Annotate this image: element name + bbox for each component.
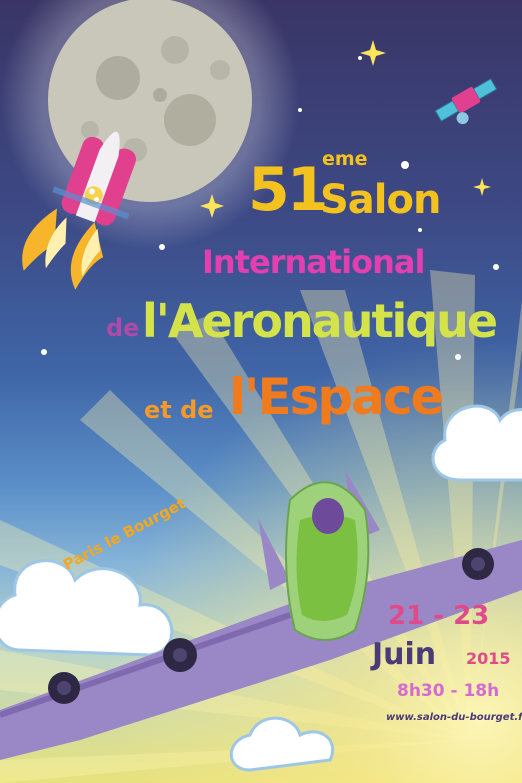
event-year: 2015: [466, 649, 511, 668]
event-hours: 8h30 - 18h: [397, 681, 500, 701]
title-de: de: [106, 314, 140, 342]
title-et-de: et de: [144, 396, 214, 424]
edition-number: 51: [248, 155, 328, 225]
website-link[interactable]: www.salon-du-bourget.fr: [386, 713, 522, 723]
airshow-poster: 51 eme Salon International de l'Aeronaut…: [0, 0, 522, 783]
title-international: International: [202, 243, 425, 281]
event-dates: 21 - 23: [388, 601, 490, 631]
title-salon: Salon: [320, 177, 441, 223]
title-espace: l'Espace: [229, 368, 444, 426]
event-month: Juin: [372, 637, 437, 672]
title-aeronautique: l'Aeronautique: [142, 294, 498, 348]
edition-suffix: eme: [322, 148, 368, 170]
